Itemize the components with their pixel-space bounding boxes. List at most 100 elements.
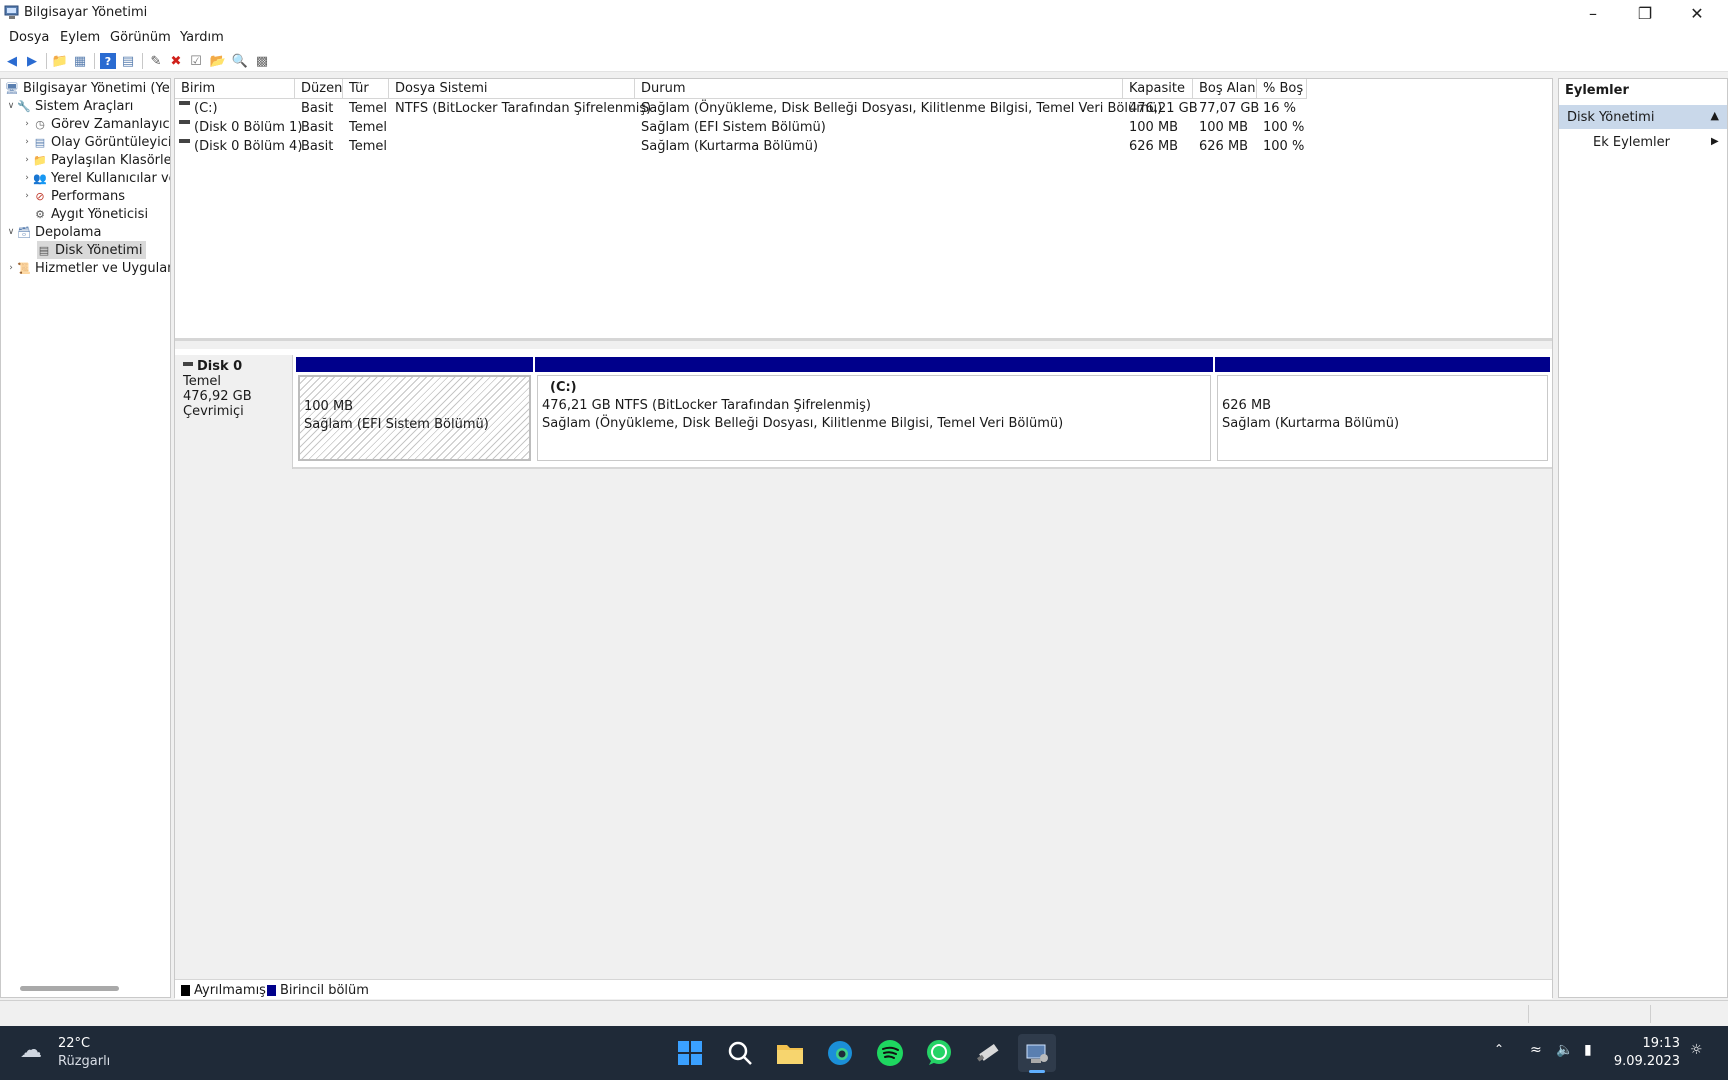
partition-status: Sağlam (EFI Sistem Bölümü) <box>304 417 489 432</box>
column-header-type[interactable]: Tür <box>343 79 389 99</box>
column-header-volume[interactable]: Birim <box>175 79 295 99</box>
status-separator <box>1650 1005 1651 1023</box>
tree-item-performance[interactable]: › ⊘ Performans <box>21 187 125 205</box>
file-explorer-icon[interactable] <box>771 1034 809 1072</box>
chevron-down-icon[interactable]: ∨ <box>5 227 17 237</box>
start-button[interactable] <box>671 1034 709 1072</box>
clock-date[interactable]: 9.09.2023 <box>1612 1054 1680 1069</box>
column-header-percent-free[interactable]: % Boş <box>1257 79 1307 99</box>
legend-unallocated: Ayrılmamış <box>181 983 266 998</box>
partition-c[interactable]: (C:) 476,21 GB NTFS (BitLocker Tarafında… <box>535 357 1213 461</box>
forward-arrow-icon[interactable]: ▶ <box>24 53 40 69</box>
active-indicator <box>1029 1070 1045 1073</box>
tree-item-services[interactable]: › 📜 Hizmetler ve Uygulam <box>5 259 170 277</box>
connect-icon[interactable]: ✎ <box>148 53 164 69</box>
edge-browser-icon[interactable] <box>821 1034 859 1072</box>
collapse-up-icon[interactable]: ▲ <box>1711 109 1719 122</box>
column-header-layout[interactable]: Düzen <box>295 79 343 99</box>
toolbar-separator <box>94 53 95 69</box>
tree-item-local-users[interactable]: › 👥 Yerel Kullanıcılar ve <box>21 169 170 187</box>
tree-item-task-scheduler[interactable]: › ◷ Görev Zamanlayıcı <box>21 115 170 133</box>
back-arrow-icon[interactable]: ◀ <box>4 53 20 69</box>
show-hide-tree-icon[interactable]: ▦ <box>72 53 88 69</box>
delete-icon[interactable]: ✖ <box>168 53 184 69</box>
window-view-icon[interactable]: ▩ <box>254 53 270 69</box>
usb-drive-icon[interactable] <box>969 1034 1007 1072</box>
import-folder-icon[interactable]: 📂 <box>210 53 226 69</box>
cell-type: Temel <box>349 101 388 116</box>
event-viewer-icon: ▤ <box>34 135 46 149</box>
search-icon[interactable] <box>721 1034 759 1072</box>
clock-icon: ◷ <box>35 117 45 131</box>
battery-icon[interactable]: ▮ <box>1584 1042 1592 1058</box>
chevron-right-icon[interactable]: › <box>21 173 33 183</box>
performance-icon: ⊘ <box>35 189 45 203</box>
tree-horizontal-scrollbar[interactable] <box>20 986 119 991</box>
minimize-button[interactable]: – <box>1567 0 1619 26</box>
actions-section-disk-management[interactable]: Disk Yönetimi ▲ <box>1559 105 1727 129</box>
close-button[interactable]: ✕ <box>1671 0 1723 26</box>
menu-help[interactable]: Yardım <box>180 30 224 45</box>
disk-state: Çevrimiçi <box>183 404 244 419</box>
column-header-status[interactable]: Durum <box>635 79 1123 99</box>
tree-item-storage[interactable]: ∨ 🗃 Depolama <box>5 223 102 241</box>
tree-item-shared-folders[interactable]: › 📁 Paylaşılan Klasörler <box>21 151 170 169</box>
partition-status: Sağlam (Önyükleme, Disk Belleği Dosyası,… <box>542 416 1064 431</box>
storage-icon: 🗃 <box>17 225 31 239</box>
partition-recovery[interactable]: 626 MB Sağlam (Kurtarma Bölümü) <box>1215 357 1550 461</box>
speaker-icon[interactable]: 🔈 <box>1556 1042 1573 1058</box>
computer-management-taskbar-icon[interactable] <box>1018 1034 1056 1073</box>
help-icon[interactable]: ? <box>100 53 116 69</box>
clock-time[interactable]: 19:13 <box>1622 1036 1680 1051</box>
legend: Ayrılmamış Birincil bölüm <box>175 979 1552 999</box>
properties-pane-icon[interactable]: ▤ <box>120 53 136 69</box>
primary-partition-bar <box>535 357 1213 372</box>
table-row[interactable]: (C:) <box>179 100 218 116</box>
weather-condition[interactable]: Rüzgarlı <box>58 1054 110 1069</box>
up-folder-icon[interactable]: 📁 <box>52 53 68 69</box>
search-folder-icon[interactable]: 🔍 <box>232 53 248 69</box>
tree-item-root[interactable]: 🖥 Bilgisayar Yönetimi (Yere <box>5 79 170 97</box>
menu-action[interactable]: Eylem <box>60 30 100 45</box>
menu-bar: Dosya Eylem Görünüm Yardım <box>0 26 1728 50</box>
chevron-down-icon[interactable]: ∨ <box>5 101 17 111</box>
wifi-icon[interactable]: ≈ <box>1530 1042 1542 1058</box>
whatsapp-icon[interactable] <box>920 1034 958 1072</box>
chevron-right-icon[interactable]: › <box>21 137 33 147</box>
partition-body: (C:) 476,21 GB NTFS (BitLocker Tarafında… <box>537 375 1211 461</box>
chevron-right-icon[interactable]: › <box>21 155 33 165</box>
tree-item-disk-management[interactable]: ▤ Disk Yönetimi <box>37 241 147 259</box>
tree-item-event-viewer[interactable]: › ▤ Olay Görüntüleyici <box>21 133 170 151</box>
submenu-arrow-icon[interactable]: ▶ <box>1711 136 1719 147</box>
window-title: Bilgisayar Yönetimi <box>24 5 148 20</box>
menu-file[interactable]: Dosya <box>9 30 49 45</box>
tree-item-device-manager[interactable]: ⚙ Aygıt Yöneticisi <box>21 205 148 223</box>
column-header-free-space[interactable]: Boş Alan <box>1193 79 1257 99</box>
primary-partition-bar <box>296 357 533 372</box>
menu-view[interactable]: Görünüm <box>110 30 171 45</box>
restore-button[interactable]: ❐ <box>1619 0 1671 26</box>
more-actions-item[interactable]: Ek Eylemler <box>1593 135 1670 150</box>
column-header-capacity[interactable]: Kapasite <box>1123 79 1193 99</box>
volume-list: Birim Düzen Tür Dosya Sistemi Durum Kapa… <box>175 79 1552 341</box>
spotify-icon[interactable] <box>871 1034 909 1072</box>
chevron-right-icon[interactable]: › <box>21 119 33 129</box>
weather-temp[interactable]: 22°C <box>58 1036 90 1051</box>
table-row[interactable]: (Disk 0 Bölüm 1) <box>179 119 302 135</box>
weather-wind-icon[interactable]: ☁ <box>20 1038 42 1063</box>
chevron-right-icon[interactable]: › <box>21 191 33 201</box>
tree-item-system-tools[interactable]: ∨ 🔧 Sistem Araçları <box>5 97 134 115</box>
services-icon: 📜 <box>17 261 31 275</box>
primary-swatch <box>267 985 276 996</box>
cell-status: Sağlam (Kurtarma Bölümü) <box>641 139 819 154</box>
table-row[interactable]: (Disk 0 Bölüm 4) <box>179 138 302 154</box>
column-header-filesystem[interactable]: Dosya Sistemi <box>389 79 635 99</box>
chevron-up-icon[interactable]: ⌃ <box>1494 1042 1504 1056</box>
users-icon: 👥 <box>33 171 47 185</box>
disk-label[interactable]: Disk 0 Temel 476,92 GB Çevrimiçi <box>175 355 293 469</box>
checklist-icon[interactable]: ☑ <box>188 53 204 69</box>
cell-free-space: 100 MB <box>1199 120 1249 135</box>
notification-icon[interactable]: ☼ <box>1690 1042 1703 1058</box>
partition-efi[interactable]: 100 MB Sağlam (EFI Sistem Bölümü) <box>296 357 533 461</box>
chevron-right-icon[interactable]: › <box>5 263 17 273</box>
